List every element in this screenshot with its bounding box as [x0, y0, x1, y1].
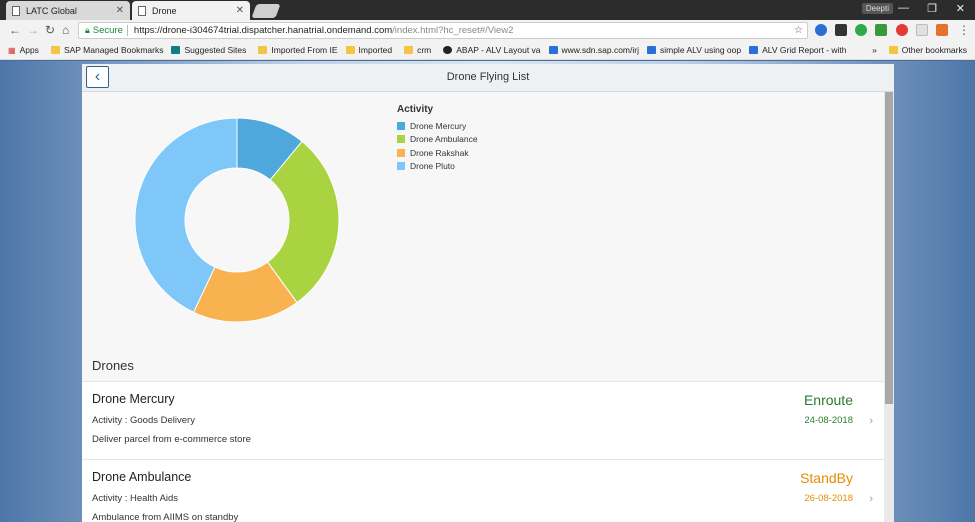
- sap-icon: [548, 46, 558, 54]
- forward-arrow-icon[interactable]: →: [27, 23, 39, 37]
- drone-name: Drone Ambulance: [92, 470, 192, 484]
- status-badge: StandBy: [800, 470, 853, 486]
- chevron-right-icon[interactable]: ›: [869, 415, 873, 427]
- extension-grammarly-icon[interactable]: [855, 24, 867, 36]
- close-icon[interactable]: ✕: [116, 5, 124, 16]
- legend-item[interactable]: Drone Pluto: [397, 160, 478, 174]
- bookmarks-bar: ▦ Apps SAP Managed Bookmarks Suggested Si…: [0, 41, 975, 60]
- drone-list: Drone Mercury Activity : Goods Delivery …: [82, 381, 884, 522]
- page-title: Drone Flying List: [446, 71, 530, 83]
- reload-icon[interactable]: ↻: [45, 23, 55, 37]
- drone-name: Drone Mercury: [92, 392, 175, 406]
- scrollbar-thumb[interactable]: [885, 92, 893, 404]
- page-icon: [12, 5, 20, 16]
- bookmark-suggested-sites[interactable]: Suggested Sites: [171, 45, 246, 55]
- bookmark-alv-grid[interactable]: ALV Grid Report - with: [749, 45, 847, 55]
- legend-title: Activity: [397, 104, 434, 115]
- donut-chart: [134, 117, 340, 323]
- globe-icon: [443, 46, 453, 54]
- divider: [126, 25, 128, 36]
- browser-toolbar: ← → ↻ ⌂ 🔒︎ Secure https://drone-i304674t…: [0, 20, 975, 41]
- drone-activity: Activity : Health Aids: [92, 493, 179, 504]
- extension-qr-icon[interactable]: [835, 24, 847, 36]
- legend-swatch: [397, 162, 405, 171]
- url-host: https://drone-i304674trial.dispatcher.ha…: [133, 25, 393, 36]
- bookmark-crm[interactable]: crm: [404, 45, 431, 55]
- tab-latc-global[interactable]: LATC Global ✕: [6, 1, 130, 20]
- lock-icon: 🔒︎: [85, 25, 90, 35]
- minimize-icon[interactable]: —: [898, 2, 909, 14]
- close-icon[interactable]: ✕: [236, 5, 244, 16]
- drone-description: Ambulance from AIIMS on standby: [92, 512, 239, 522]
- activity-chart: Activity Drone Mercury Drone Ambulance Dro…: [82, 92, 884, 350]
- legend-swatch: [397, 121, 405, 130]
- menu-dots-icon[interactable]: ⋮: [958, 23, 970, 37]
- drone-description: Deliver parcel from e-commerce store: [92, 434, 251, 445]
- list-item[interactable]: Drone Mercury Activity : Goods Delivery …: [82, 381, 884, 459]
- bookmark-sdn[interactable]: www.sdn.sap.com/irj: [548, 45, 639, 55]
- sap-icon: [646, 46, 656, 54]
- bing-icon: [171, 46, 181, 54]
- address-bar[interactable]: 🔒︎ Secure https://drone-i304674trial.dis…: [78, 22, 808, 39]
- tab-label: Drone: [152, 5, 177, 16]
- url-path: /index.html?hc_reset#/View2: [392, 25, 514, 36]
- bookmark-imported-from-ie[interactable]: Imported From IE: [258, 45, 338, 55]
- folder-icon: [404, 46, 414, 54]
- legend-item[interactable]: Drone Ambulance: [397, 133, 478, 147]
- legend-label: Drone Rakshak: [410, 147, 469, 158]
- apps-grid-icon: ▦: [8, 46, 16, 55]
- bookmark-star-icon[interactable]: ☆: [794, 25, 803, 36]
- legend-label: Drone Mercury: [410, 120, 467, 131]
- restore-icon[interactable]: ❐: [927, 2, 937, 15]
- status-badge: Enroute: [803, 392, 853, 408]
- bookmark-apps[interactable]: ▦ Apps: [8, 45, 39, 55]
- security-label: Secure: [92, 25, 123, 36]
- bookmark-simple-alv[interactable]: simple ALV using oop: [646, 45, 741, 55]
- legend-label: Drone Ambulance: [410, 134, 478, 145]
- app-header: ‹ Drone Flying List: [82, 64, 894, 92]
- legend-swatch: [397, 135, 405, 144]
- bookmark-imported[interactable]: Imported: [345, 45, 392, 55]
- app-container: ‹ Drone Flying List Activity Drone Mercu…: [82, 64, 894, 522]
- folder-icon: [345, 46, 355, 54]
- folder-icon: [50, 46, 60, 54]
- extension-off-icon[interactable]: [875, 24, 887, 36]
- extension-fox-icon[interactable]: [936, 24, 948, 36]
- section-title: Drones: [92, 358, 134, 373]
- tab-drone[interactable]: Drone ✕: [132, 1, 250, 20]
- drone-date: 24-08-2018: [804, 415, 853, 426]
- legend-label: Drone Pluto: [410, 161, 455, 172]
- extension-globe-icon[interactable]: [815, 24, 827, 36]
- extension-block-icon[interactable]: [896, 24, 908, 36]
- page-icon: [138, 5, 146, 16]
- close-window-icon[interactable]: ✕: [956, 2, 965, 15]
- tab-label: LATC Global: [26, 5, 77, 16]
- bookmarks-overflow-icon[interactable]: »: [872, 45, 877, 55]
- sap-icon: [749, 46, 759, 54]
- bookmark-sap-managed[interactable]: SAP Managed Bookmarks: [50, 45, 163, 55]
- drone-date: 26-08-2018: [804, 493, 853, 504]
- chevron-right-icon[interactable]: ›: [869, 493, 873, 505]
- scrollbar[interactable]: [884, 92, 894, 522]
- bookmark-abap-alv[interactable]: ABAP - ALV Layout va: [443, 45, 541, 55]
- list-item[interactable]: Drone Ambulance Activity : Health Aids A…: [82, 459, 884, 522]
- legend-item[interactable]: Drone Mercury: [397, 119, 478, 133]
- home-icon[interactable]: ⌂: [62, 23, 69, 37]
- chart-legend: Activity Drone Mercury Drone Ambulance Dro…: [397, 104, 478, 173]
- legend-swatch: [397, 148, 405, 157]
- extension-blank-icon[interactable]: [916, 24, 928, 36]
- bookmark-other[interactable]: Other bookmarks: [888, 45, 967, 55]
- back-arrow-icon[interactable]: ←: [9, 23, 21, 37]
- new-tab-button[interactable]: [251, 4, 281, 18]
- legend-item[interactable]: Drone Rakshak: [397, 146, 478, 160]
- browser-tab-bar: LATC Global ✕ Drone ✕ Deepti — ❐ ✕: [0, 0, 975, 20]
- user-badge[interactable]: Deepti: [861, 3, 893, 14]
- folder-icon: [258, 46, 268, 54]
- drone-activity: Activity : Goods Delivery: [92, 415, 195, 426]
- folder-icon: [888, 46, 898, 54]
